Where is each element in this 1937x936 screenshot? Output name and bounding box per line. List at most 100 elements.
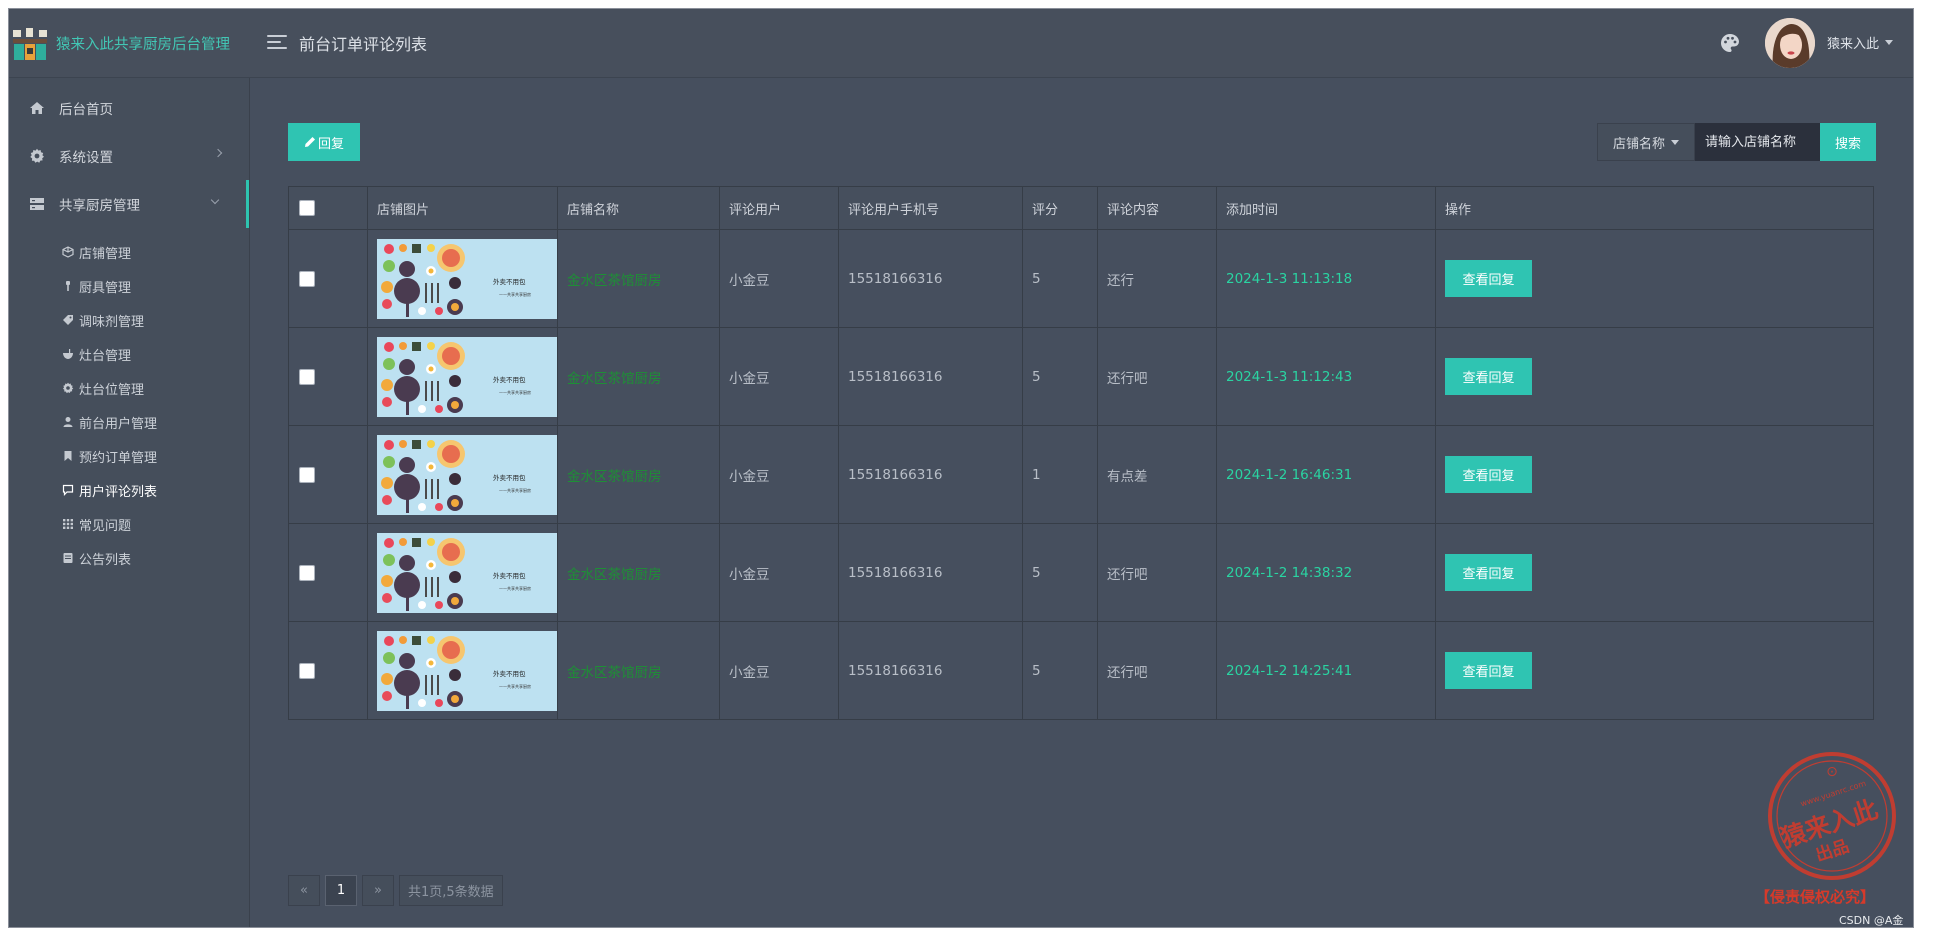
svg-text:外卖不用包: 外卖不用包 [493, 277, 526, 286]
user-cell: 小金豆 [719, 523, 839, 622]
top-header: 猿来入此共享厨房后台管理 前台订单评论列表 猿来入此 [9, 9, 1913, 78]
caret-down-icon [1671, 139, 1679, 145]
sidebar-subitem-label: 厨具管理 [79, 280, 132, 296]
pencil-icon [304, 137, 315, 147]
stamp-caption: 【侵责侵权必究】 [1755, 888, 1876, 906]
row-checkbox[interactable] [299, 662, 315, 679]
gear-icon [29, 148, 45, 164]
user-icon [62, 416, 74, 428]
view-reply-button[interactable]: 查看回复 [1445, 456, 1532, 493]
user-cell: 小金豆 [719, 621, 839, 720]
sidebar-subitem-label: 灶台管理 [79, 348, 132, 364]
next-page-button[interactable]: » [362, 875, 394, 906]
chevron-down-icon [210, 195, 220, 205]
vertical-scrollbar[interactable] [1913, 19, 1914, 924]
select-all-cell [288, 186, 368, 230]
credit-watermark: CSDN @A金小 [1839, 914, 1904, 927]
reply-button[interactable]: 回复 [288, 123, 360, 161]
score-cell: 1 [1022, 425, 1098, 524]
chevron-right-icon [213, 148, 223, 158]
sidebar-subitem-label: 前台用户管理 [79, 416, 158, 432]
tool-icon [62, 280, 74, 292]
column-header: 店铺名称 [557, 186, 720, 230]
score-cell: 5 [1022, 621, 1098, 720]
user-cell: 小金豆 [719, 425, 839, 524]
gear-icon [62, 382, 74, 394]
store-name-cell: 金水区茶馆厨房 [557, 621, 720, 720]
svg-text:——共享共享厨房: ——共享共享厨房 [499, 683, 531, 689]
view-reply-button[interactable]: 查看回复 [1445, 358, 1532, 395]
content-cell: 还行吧 [1097, 327, 1217, 426]
sidebar: 后台首页 系统设置 共享厨房管理 店铺管理 厨具管理 调味剂管理 灶台管理 灶台… [9, 78, 250, 927]
score-cell: 5 [1022, 523, 1098, 622]
sidebar-item-label: 后台首页 [59, 102, 113, 118]
sidebar-subitem-label: 常见问题 [79, 518, 132, 534]
sidebar-item-settings[interactable]: 系统设置 [9, 132, 249, 180]
score-cell: 5 [1022, 327, 1098, 426]
sidebar-item-home[interactable]: 后台首页 [9, 84, 249, 132]
time-cell: 2024-1-2 14:38:32 [1216, 523, 1436, 622]
list-icon [62, 552, 74, 564]
table-row: 外卖不用包 ——共享共享厨房 金水区茶馆厨房 小金豆 15518166316 5… [288, 523, 1874, 622]
user-menu[interactable]: 猿来入此 [1827, 33, 1894, 52]
page-1-button[interactable]: 1 [325, 875, 357, 906]
user-cell: 小金豆 [719, 327, 839, 426]
search-group: 店铺名称 搜索 [1597, 123, 1876, 161]
phone-cell: 15518166316 [838, 425, 1023, 524]
view-reply-button[interactable]: 查看回复 [1445, 554, 1532, 591]
kitchen-logo-icon [12, 26, 48, 62]
store-name-cell: 金水区茶馆厨房 [557, 327, 720, 426]
cube-icon [62, 246, 74, 258]
prev-page-button[interactable]: « [288, 875, 320, 906]
main-content: 回复 店铺名称 搜索 店铺图片 店铺名称 评论用户 评论用户手机号 评分 评论内… [250, 78, 1913, 927]
sidebar-subitem-label: 灶台位管理 [79, 382, 145, 398]
column-header: 评论用户手机号 [838, 186, 1023, 230]
store-field-select[interactable]: 店铺名称 [1597, 123, 1695, 161]
store-name-cell: 金水区茶馆厨房 [557, 523, 720, 622]
time-cell: 2024-1-2 14:25:41 [1216, 621, 1436, 720]
caret-down-icon [1885, 40, 1894, 45]
search-button[interactable]: 搜索 [1820, 123, 1876, 161]
username: 猿来入此 [1827, 37, 1880, 52]
content-cell: 还行 [1097, 229, 1217, 328]
row-checkbox[interactable] [299, 564, 315, 581]
time-cell: 2024-1-3 11:12:43 [1216, 327, 1436, 426]
select-all-checkbox[interactable] [299, 200, 315, 216]
sidebar-item-label: 共享厨房管理 [59, 198, 140, 214]
row-checkbox[interactable] [299, 270, 315, 287]
sidebar-item-label: 系统设置 [59, 150, 113, 166]
palette-icon[interactable] [1718, 31, 1742, 55]
pagination-summary: 共1页,5条数据 [399, 875, 503, 906]
svg-text:——共享共享厨房: ——共享共享厨房 [499, 585, 531, 591]
store-name-cell: 金水区茶馆厨房 [557, 229, 720, 328]
svg-text:外卖不用包: 外卖不用包 [493, 473, 526, 482]
svg-text:——共享共享厨房: ——共享共享厨房 [499, 389, 531, 395]
sidebar-subitem-notices[interactable]: 公告列表 [9, 538, 249, 578]
avatar[interactable] [1765, 18, 1815, 68]
sidebar-subitem-label: 调味剂管理 [79, 314, 145, 330]
page-title: 前台订单评论列表 [299, 35, 428, 54]
server-icon [29, 196, 45, 212]
store-image: 外卖不用包 ——共享共享厨房 [377, 630, 557, 711]
row-checkbox[interactable] [299, 466, 315, 483]
app-window: 猿来入此共享厨房后台管理 前台订单评论列表 猿来入此 后台首页 系统设置 共享厨… [8, 8, 1914, 928]
search-input[interactable] [1695, 123, 1820, 161]
score-cell: 5 [1022, 229, 1098, 328]
store-image: 外卖不用包 ——共享共享厨房 [377, 336, 557, 417]
row-checkbox[interactable] [299, 368, 315, 385]
phone-cell: 15518166316 [838, 327, 1023, 426]
menu-toggle-icon[interactable] [267, 35, 287, 49]
sidebar-subitem-label: 公告列表 [79, 552, 132, 568]
column-header: 操作 [1435, 186, 1874, 230]
svg-text:——共享共享厨房: ——共享共享厨房 [499, 291, 531, 297]
sidebar-subitem-label: 预约订单管理 [79, 450, 158, 466]
view-reply-button[interactable]: 查看回复 [1445, 260, 1532, 297]
table-header-row: 店铺图片 店铺名称 评论用户 评论用户手机号 评分 评论内容 添加时间 操作 [288, 186, 1874, 230]
column-header: 评论用户 [719, 186, 839, 230]
column-header: 评论内容 [1097, 186, 1217, 230]
sidebar-item-kitchen[interactable]: 共享厨房管理 [9, 180, 249, 228]
view-reply-button[interactable]: 查看回复 [1445, 652, 1532, 689]
grid-icon [62, 518, 74, 530]
column-header: 店铺图片 [367, 186, 558, 230]
home-icon [29, 100, 45, 116]
